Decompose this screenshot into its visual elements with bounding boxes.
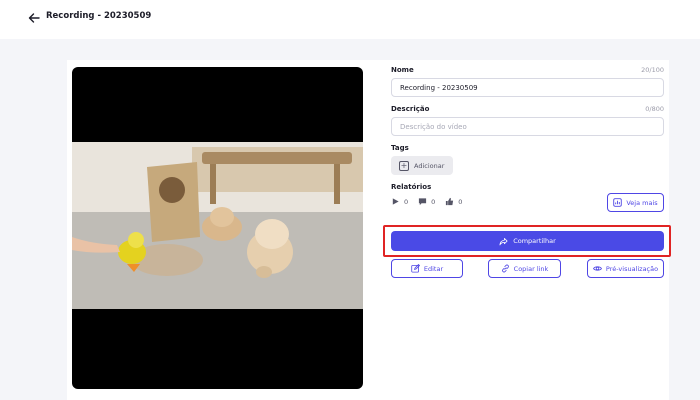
name-label: Nome <box>391 66 414 74</box>
add-tag-button[interactable]: + Adicionar <box>391 156 453 175</box>
top-bar: Recording - 20230509 <box>0 0 700 39</box>
edit-label: Editar <box>423 264 444 273</box>
likes-count: 0 <box>458 197 463 206</box>
share-button[interactable]: Compartilhar <box>391 231 664 251</box>
bar-chart-icon <box>613 198 623 207</box>
share-label: Compartilhar <box>513 237 556 245</box>
eye-icon <box>592 266 602 271</box>
edit-icon <box>411 264 420 273</box>
name-input[interactable]: Recording - 20230509 <box>391 78 664 97</box>
report-stats: 0 0 0 <box>391 197 462 206</box>
link-icon <box>501 264 509 273</box>
description-label: Descrição <box>391 105 430 113</box>
description-input[interactable]: Descrição do vídeo <box>391 117 664 136</box>
plus-icon: + <box>399 160 409 171</box>
arrow-left-icon[interactable] <box>27 11 41 25</box>
add-tag-label: Adicionar <box>414 161 445 170</box>
page-title: Recording - 20230509 <box>46 11 152 21</box>
comments-stat: 0 <box>418 197 435 206</box>
name-counter: 20/100 <box>641 66 664 74</box>
likes-stat: 0 <box>445 197 462 206</box>
play-icon <box>392 198 399 205</box>
thumbs-up-icon <box>446 197 454 206</box>
see-more-button[interactable]: Veja mais <box>607 193 664 212</box>
views-count: 0 <box>404 197 409 206</box>
tags-label: Tags <box>391 144 409 152</box>
video-thumbnail <box>72 142 363 309</box>
description-counter: 0/800 <box>645 105 664 113</box>
video-player[interactable] <box>72 67 363 389</box>
copy-link-label: Copiar link <box>513 264 549 273</box>
share-icon <box>499 237 508 245</box>
copy-link-button[interactable]: Copiar link <box>488 259 561 278</box>
views-stat: 0 <box>391 197 408 206</box>
comment-icon <box>419 198 427 206</box>
comments-count: 0 <box>431 197 436 206</box>
preview-label: Pré-visualização <box>605 264 659 273</box>
see-more-label: Veja mais <box>626 198 658 207</box>
preview-button[interactable]: Pré-visualização <box>587 259 664 278</box>
edit-button[interactable]: Editar <box>391 259 463 278</box>
reports-label: Relatórios <box>391 183 432 191</box>
